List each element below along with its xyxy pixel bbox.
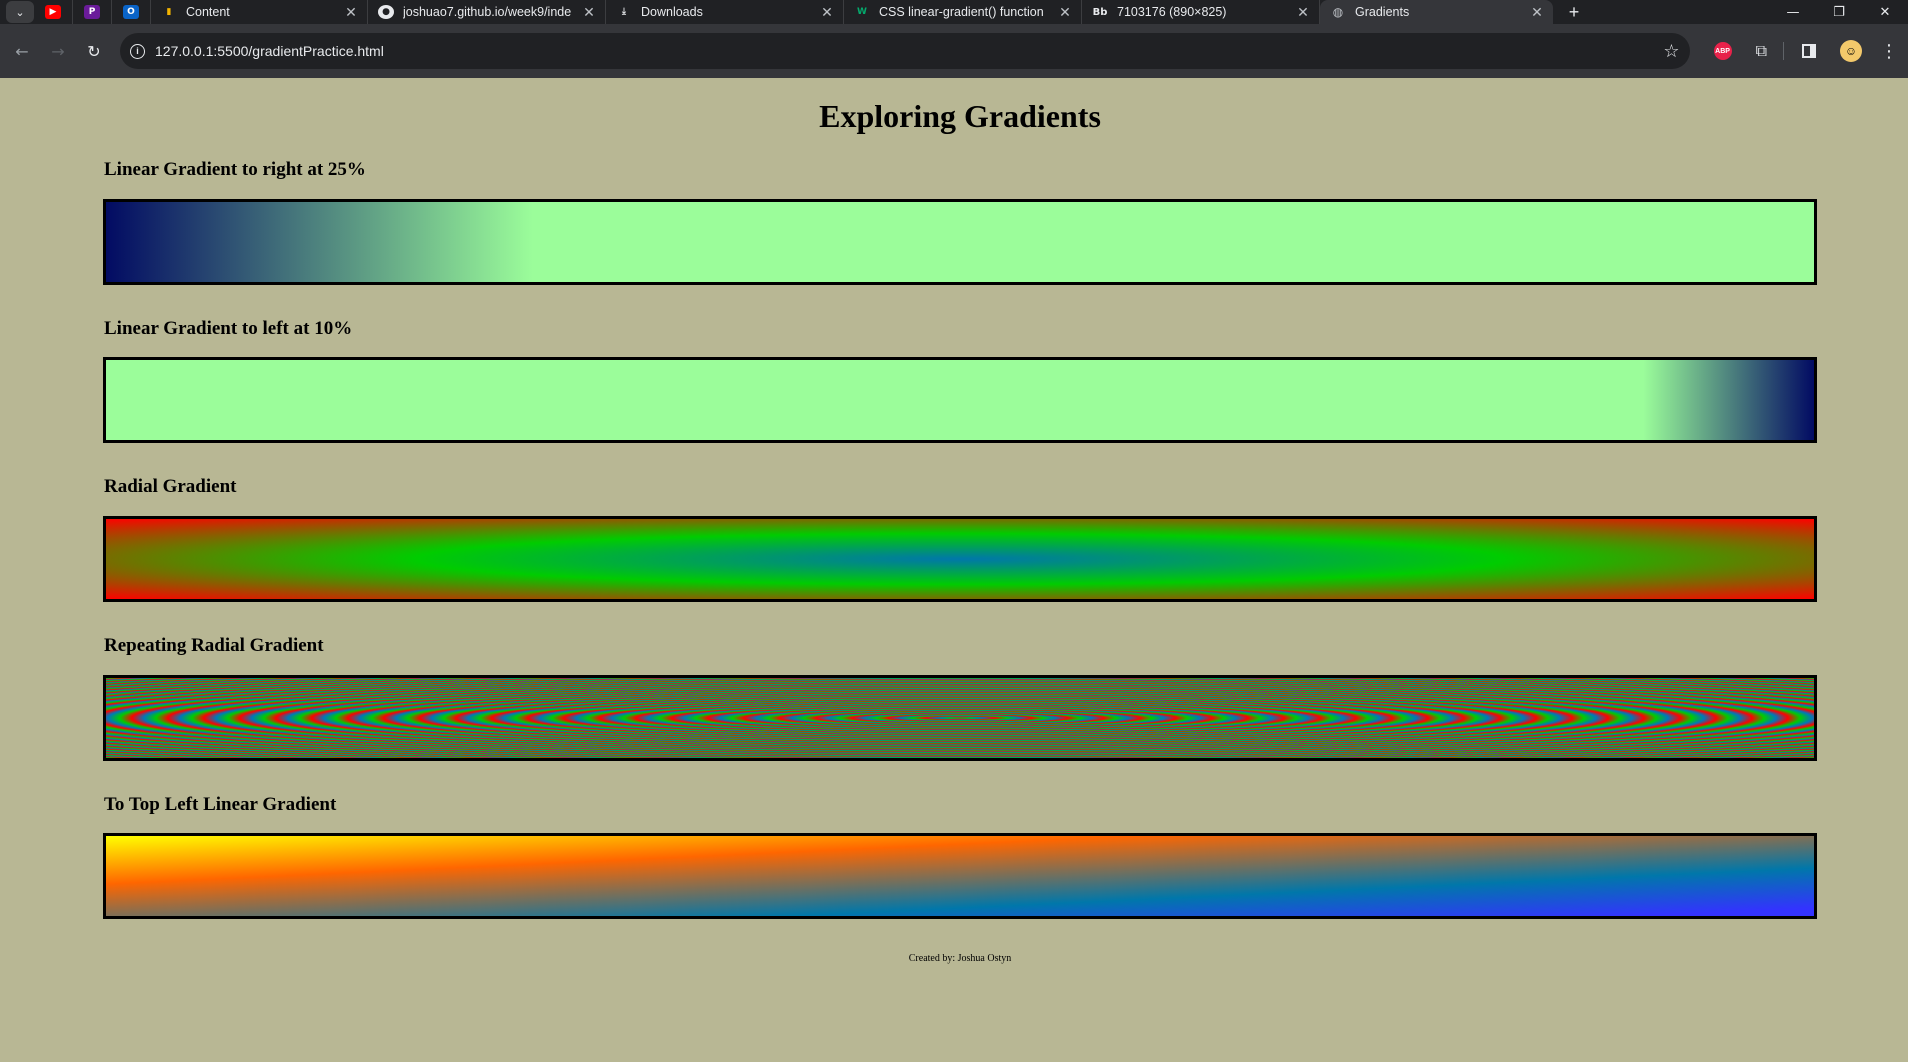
menu-kebab-icon[interactable]: ⋮ <box>1880 41 1898 62</box>
section-title-radial: Radial Gradient <box>104 476 237 497</box>
gradient-box-top-left-linear <box>103 833 1817 919</box>
gradient-box-linear-left <box>103 357 1817 443</box>
bb-icon: Bb <box>1092 6 1108 18</box>
tab-strip: ⌄ ▶ P O ▮ Content ✕ ● joshuao7.github.io… <box>0 0 1908 24</box>
side-panel-icon[interactable] <box>1802 44 1816 58</box>
tab-gradients[interactable]: ◍ Gradients ✕ <box>1320 0 1553 24</box>
restore-icon[interactable]: ❐ <box>1816 5 1862 20</box>
tab-content[interactable]: ▮ Content ✕ <box>151 0 368 24</box>
tab-label: Downloads <box>641 5 703 19</box>
tab-label: CSS linear-gradient() function <box>879 5 1044 19</box>
github-icon: ● <box>378 5 394 19</box>
section-title-repeating-radial: Repeating Radial Gradient <box>104 635 324 656</box>
forward-arrow-icon[interactable]: → <box>40 33 76 69</box>
new-tab-icon[interactable]: + <box>1563 2 1585 23</box>
url-text[interactable]: 127.0.0.1:5500/gradientPractice.html <box>155 43 1663 59</box>
close-window-icon[interactable]: ✕ <box>1862 5 1908 20</box>
download-icon: ⤓ <box>622 7 626 17</box>
section-title-linear-right: Linear Gradient to right at 25% <box>104 159 366 180</box>
tab-downloads[interactable]: ⤓ Downloads ✕ <box>606 0 844 24</box>
address-bar[interactable]: i 127.0.0.1:5500/gradientPractice.html ☆ <box>120 33 1690 69</box>
minimize-icon[interactable]: — <box>1770 5 1816 20</box>
section-title-top-left-linear: To Top Left Linear Gradient <box>104 794 337 815</box>
reload-icon[interactable]: ↻ <box>76 33 112 69</box>
tab-css-gradient[interactable]: W CSS linear-gradient() function ✕ <box>844 0 1082 24</box>
gradient-box-radial <box>103 516 1817 602</box>
close-icon[interactable]: ✕ <box>344 4 358 21</box>
chart-icon: ▮ <box>166 7 172 17</box>
tab-github[interactable]: ● joshuao7.github.io/week9/inde ✕ <box>368 0 606 24</box>
globe-icon: ◍ <box>1332 5 1344 19</box>
close-icon[interactable]: ✕ <box>820 4 834 21</box>
w3schools-icon: W <box>857 7 867 17</box>
tab-label: joshuao7.github.io/week9/inde <box>403 5 572 19</box>
profile-avatar[interactable]: ☺ <box>1840 40 1862 62</box>
close-icon[interactable]: ✕ <box>1296 4 1310 21</box>
outlook-icon: O <box>123 5 139 19</box>
gradient-box-linear-right <box>103 199 1817 285</box>
tab-search-chevron-icon[interactable]: ⌄ <box>6 1 34 23</box>
pinned-tab-youtube[interactable]: ▶ <box>34 0 73 24</box>
back-arrow-icon[interactable]: ← <box>4 33 40 69</box>
web-page: Exploring Gradients Linear Gradient to r… <box>0 78 1908 1062</box>
gradient-box-repeating-radial <box>103 675 1817 761</box>
toolbar-divider <box>1783 42 1784 60</box>
youtube-icon: ▶ <box>45 5 61 19</box>
page-title: Exploring Gradients <box>819 98 1101 134</box>
bookmark-star-icon[interactable]: ☆ <box>1663 41 1679 62</box>
pinned-tab-p[interactable]: P <box>73 0 112 24</box>
close-icon[interactable]: ✕ <box>1530 4 1544 21</box>
close-icon[interactable]: ✕ <box>1058 4 1072 21</box>
section-title-linear-left: Linear Gradient to left at 10% <box>104 318 353 339</box>
tab-label: 7103176 (890×825) <box>1117 5 1227 19</box>
footer-credit: Created by: Joshua Ostyn <box>908 953 1012 964</box>
site-info-icon[interactable]: i <box>130 43 145 59</box>
tab-label: Content <box>186 5 230 19</box>
browser-toolbar: ← → ↻ i 127.0.0.1:5500/gradientPractice.… <box>0 24 1908 78</box>
adblock-plus-icon[interactable]: ABP <box>1713 42 1732 60</box>
p-icon: P <box>84 5 100 19</box>
extensions-puzzle-icon[interactable]: ⧉ <box>1756 41 1767 61</box>
window-controls: — ❐ ✕ <box>1770 0 1908 24</box>
pinned-tab-outlook[interactable]: O <box>112 0 151 24</box>
tab-label: Gradients <box>1355 5 1410 19</box>
tab-image[interactable]: Bb 7103176 (890×825) ✕ <box>1082 0 1320 24</box>
close-icon[interactable]: ✕ <box>582 4 596 21</box>
